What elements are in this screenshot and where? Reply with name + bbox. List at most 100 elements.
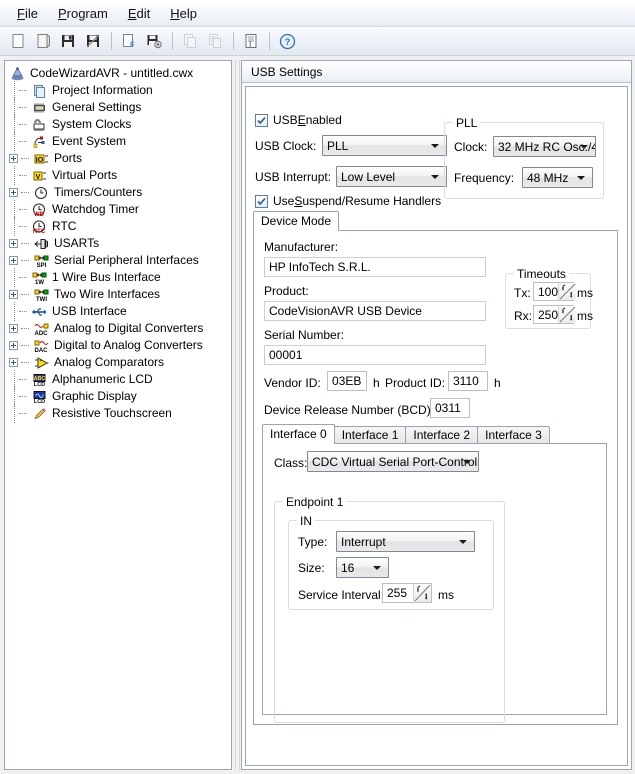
- tree-root-node[interactable]: CodeWizardAVR - untitled.cwx: [9, 65, 231, 82]
- pane-splitter[interactable]: [232, 60, 241, 770]
- tree-expander-adc[interactable]: [9, 324, 18, 333]
- pll-frequency-combo[interactable]: 48 MHz: [522, 167, 593, 188]
- endpoint-in-title: IN: [297, 514, 315, 528]
- usb-settings-body: USB Enabled USB Clock: PLL USB Interrupt…: [245, 86, 628, 766]
- service-interval-spinner[interactable]: 255: [382, 583, 432, 603]
- usb-enabled-checkbox[interactable]: USB Enabled: [255, 113, 342, 127]
- save-as-button[interactable]: [81, 30, 105, 53]
- save-icon: [62, 35, 74, 47]
- tree-item-usarts[interactable]: USARTs: [9, 235, 231, 252]
- menu-program[interactable]: Program: [49, 3, 117, 24]
- tree-item-virtual-ports[interactable]: V Virtual Ports: [9, 166, 231, 185]
- manufacturer-field[interactable]: HP InfoTech S.R.L.: [264, 257, 486, 277]
- tree-item-label: 1 Wire Bus Interface: [52, 270, 161, 284]
- usb-interrupt-value: Low Level: [341, 169, 396, 184]
- tab-device-mode[interactable]: Device Mode: [253, 211, 340, 231]
- tx-timeout-spin-buttons[interactable]: [558, 283, 577, 300]
- tree-item-watchdog-timer[interactable]: WD Watchdog Timer: [9, 200, 231, 219]
- tree-item-rtc[interactable]: RTC RTC: [9, 217, 231, 236]
- vendor-id-field[interactable]: 03EB: [327, 371, 367, 391]
- tree-item-system-clocks[interactable]: System Clocks: [9, 115, 231, 134]
- tree-expander-spi[interactable]: [9, 256, 18, 265]
- tab-interface-1[interactable]: Interface 1: [333, 426, 407, 444]
- usb-clock-label: USB Clock:: [255, 139, 317, 153]
- tree-expander-twi[interactable]: [9, 290, 18, 299]
- product-field[interactable]: CodeVisionAVR USB Device: [264, 301, 486, 321]
- tree-item-alphanumeric-lcd[interactable]: ABC LCD Alphanumeric LCD: [9, 370, 231, 389]
- tree-item-two-wire-interfaces[interactable]: TWI Two Wire Interfaces: [9, 286, 231, 303]
- tab-interface-0[interactable]: Interface 0: [262, 424, 335, 444]
- service-interval-spin-buttons[interactable]: [413, 584, 431, 602]
- new-file-button[interactable]: [6, 30, 30, 53]
- tree-expander-ports[interactable]: [9, 154, 18, 163]
- tree-item-usb-interface[interactable]: USB Interface: [9, 302, 231, 321]
- paste-button[interactable]: [203, 30, 227, 53]
- endpoint-type-combo[interactable]: Interrupt: [336, 531, 475, 552]
- product-id-field[interactable]: 3110: [448, 371, 488, 391]
- menu-edit[interactable]: Edit: [119, 3, 159, 24]
- tree-item-digital-to-analog-converters[interactable]: DAC Digital to Analog Converters: [9, 337, 231, 354]
- manufacturer-label: Manufacturer:: [264, 240, 339, 254]
- project-tree-pane[interactable]: CodeWizardAVR - untitled.cwx Project Inf…: [4, 60, 232, 770]
- usb-interrupt-combo[interactable]: Low Level: [336, 166, 447, 187]
- tree-item-resistive-touchscreen[interactable]: Resistive Touchscreen: [9, 404, 231, 423]
- tree-item-one-wire-bus-interface[interactable]: 1W 1 Wire Bus Interface: [9, 268, 231, 287]
- pll-clock-combo[interactable]: 32 MHz RC Osc./4: [493, 136, 596, 157]
- tree-item-label: USB Interface: [52, 304, 127, 318]
- tree-expander-timers[interactable]: [9, 188, 18, 197]
- tab-interface-3[interactable]: Interface 3: [477, 426, 550, 444]
- program-preview-button[interactable]: I: [239, 30, 263, 53]
- usb-interrupt-label: USB Interrupt:: [255, 170, 332, 184]
- save-button[interactable]: [56, 30, 80, 53]
- dac-icon: DAC: [33, 338, 50, 353]
- tree-item-timers-counters[interactable]: Timers/Counters: [9, 184, 231, 201]
- copy-icon: [184, 34, 196, 48]
- tab-interface-2[interactable]: Interface 2: [405, 426, 479, 444]
- codewizard-root-icon: [9, 66, 26, 81]
- virtual-ports-icon: V: [31, 168, 48, 183]
- class-combo[interactable]: CDC Virtual Serial Port-Control: [307, 451, 479, 472]
- device-mode-tabstrip: Device Mode: [253, 211, 340, 231]
- tree-item-project-information[interactable]: Project Information: [9, 81, 231, 100]
- copy-button[interactable]: [178, 30, 202, 53]
- tree-expander-comparators[interactable]: [9, 358, 18, 367]
- tree-item-analog-comparators[interactable]: + Analog Comparators: [9, 354, 231, 371]
- tree-item-general-settings[interactable]: General Settings: [9, 98, 231, 117]
- menu-help[interactable]: Help: [161, 3, 206, 24]
- suspend-resume-label-post: uspend/Resume Handlers: [302, 194, 442, 208]
- device-release-number-field[interactable]: 0311: [430, 398, 470, 418]
- generate-c-code-button[interactable]: c: [117, 30, 141, 53]
- tree-expander-dac[interactable]: [9, 341, 18, 350]
- menu-file[interactable]: File: [8, 3, 47, 24]
- rx-timeout-spinner[interactable]: 250: [533, 305, 577, 324]
- tree-line-nub: [19, 392, 28, 401]
- tree-item-serial-peripheral-interfaces[interactable]: SPI Serial Peripheral Interfaces: [9, 252, 231, 269]
- svg-text:+: +: [40, 357, 43, 363]
- tree-indent: [9, 302, 19, 321]
- suspend-resume-label-mnemonic: S: [294, 194, 303, 208]
- toolbar-separator-4: [269, 32, 270, 50]
- tx-timeout-spinner[interactable]: 100: [533, 282, 577, 301]
- menu-file-label: ile: [24, 5, 38, 21]
- tree-item-analog-to-digital-converters[interactable]: ADC Analog to Digital Converters: [9, 320, 231, 337]
- tree-item-event-system[interactable]: Event System: [9, 132, 231, 151]
- tab-interface-3-label: Interface 3: [485, 428, 542, 442]
- help-button[interactable]: ?: [275, 30, 299, 53]
- suspend-resume-checkbox[interactable]: Use Suspend/Resume Handlers: [255, 194, 441, 208]
- tree-item-ports[interactable]: IO Ports: [9, 150, 231, 167]
- svg-text:ABC: ABC: [34, 376, 46, 382]
- tree-item-label: Watchdog Timer: [52, 202, 139, 216]
- usb-clock-combo[interactable]: PLL: [322, 135, 447, 156]
- tree-expander-usarts[interactable]: [9, 239, 18, 248]
- tree-item-graphic-display[interactable]: LCD Graphic Display: [9, 387, 231, 406]
- toolbar-separator-3: [233, 32, 234, 50]
- generate-save-exit-button[interactable]: [142, 30, 166, 53]
- adc-icon: ADC: [33, 321, 50, 336]
- rx-timeout-spin-buttons[interactable]: [558, 306, 577, 323]
- endpoint-size-combo[interactable]: 16: [336, 557, 389, 578]
- tree-line-nub: [19, 222, 28, 231]
- tree-indent: [9, 81, 19, 100]
- serial-number-field[interactable]: 00001: [264, 345, 486, 365]
- codewizardavr-window: File Program Edit Help c I ? CodeWizardA…: [0, 0, 635, 774]
- open-file-button[interactable]: [31, 30, 55, 53]
